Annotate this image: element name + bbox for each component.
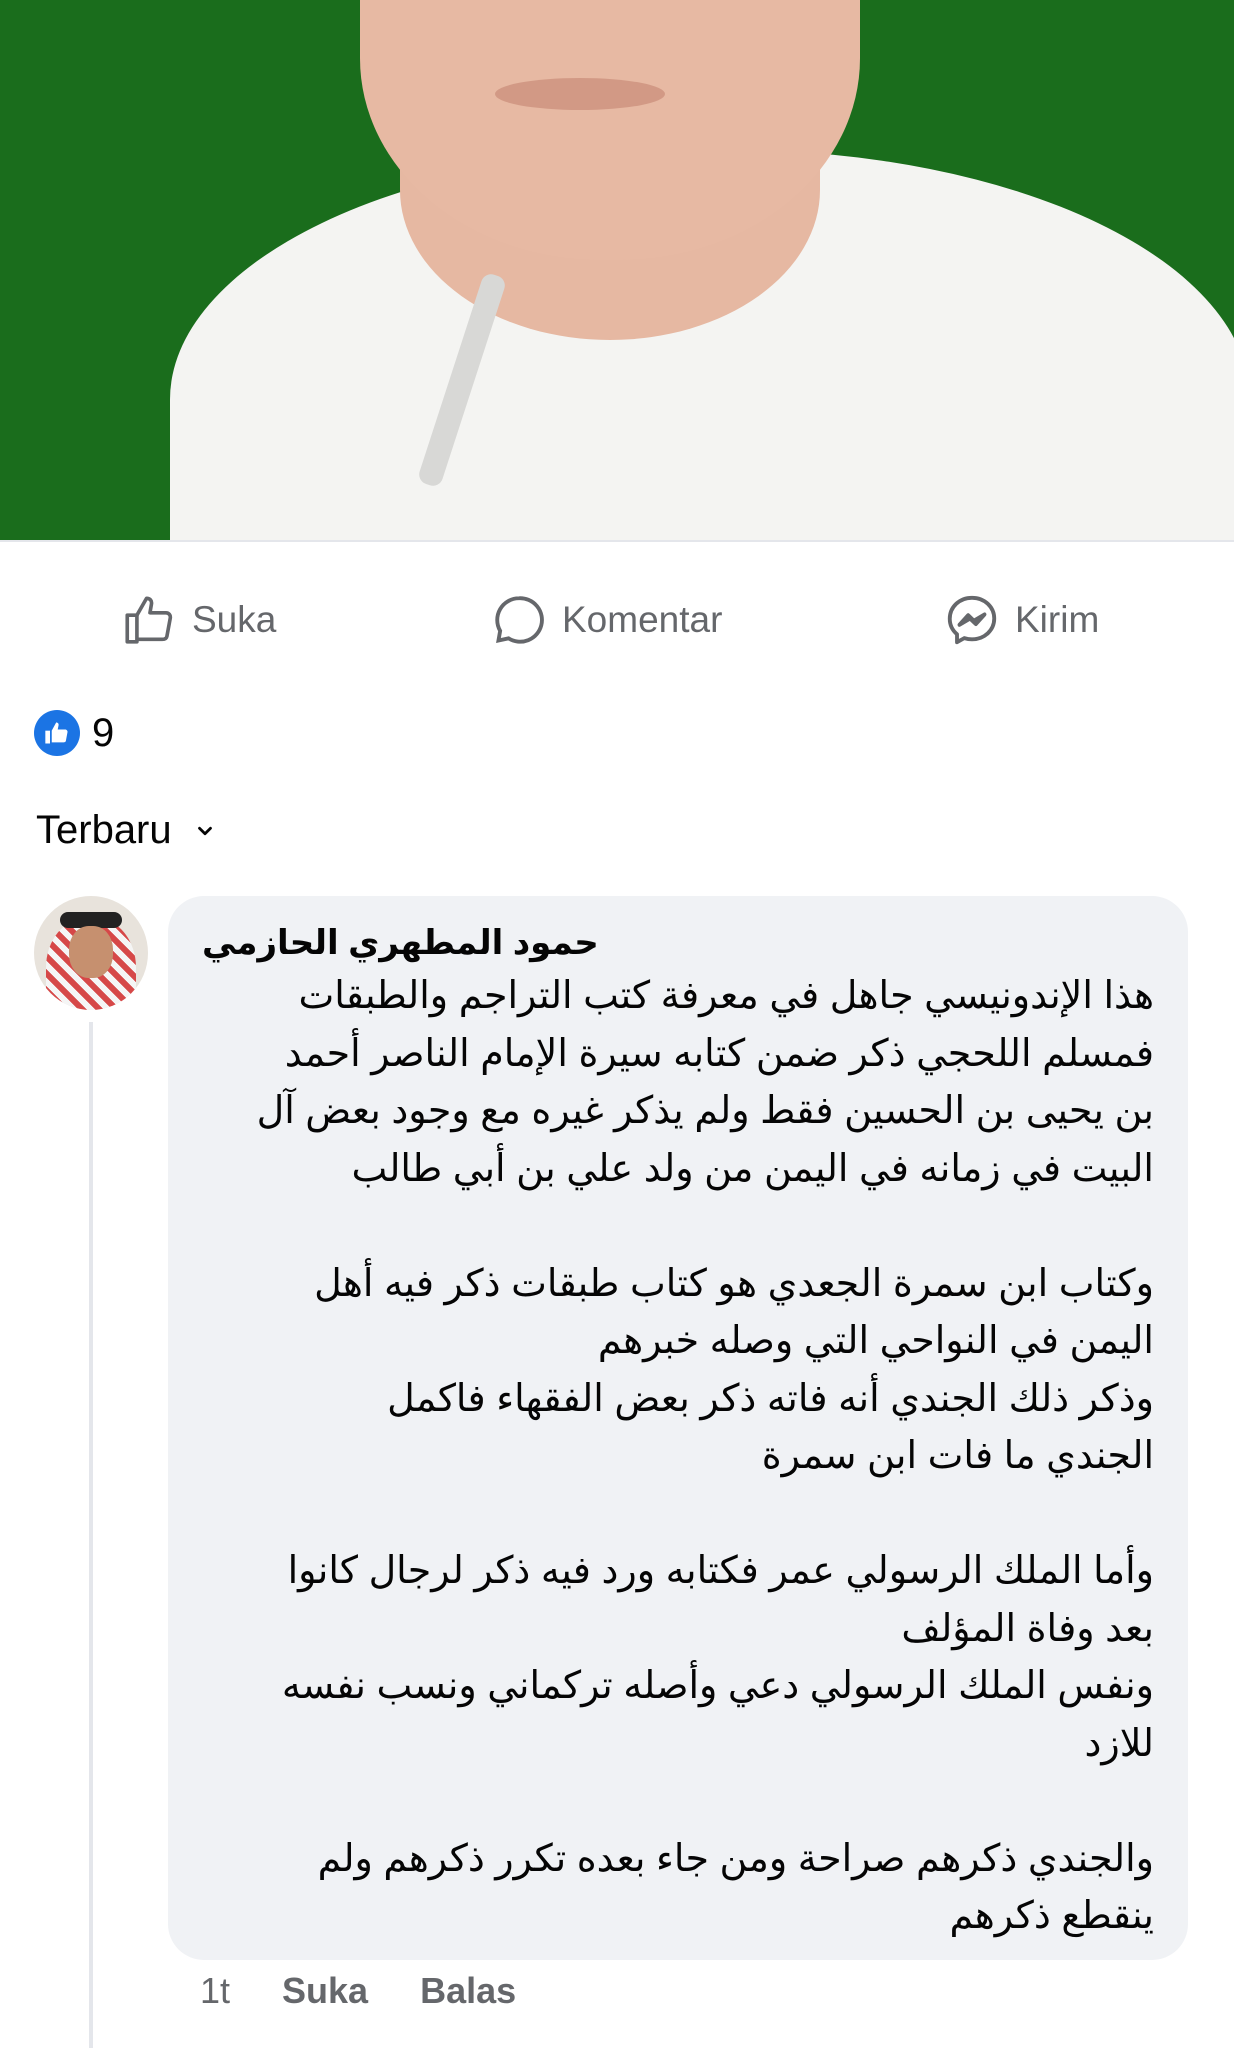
reaction-count: 9 bbox=[92, 710, 115, 755]
comment-bubble[interactable]: حمود المطهري الحازمي هذا الإندونيسي جاهل… bbox=[168, 896, 1188, 1960]
comment-line: هذا الإندونيسي جاهل في معرفة كتب التراجم… bbox=[298, 975, 1154, 1017]
comment-text: هذا الإندونيسي جاهل في معرفة كتب التراجم… bbox=[202, 968, 1154, 1946]
send-button-label: Kirim bbox=[1015, 599, 1100, 640]
send-button[interactable]: Kirim bbox=[943, 580, 1099, 660]
sort-label: Terbaru bbox=[36, 808, 172, 852]
post-action-bar: Suka Komentar Kirim bbox=[0, 580, 1234, 660]
comment-line: وأما الملك الرسولي عمر فكتابه ورد فيه ذك… bbox=[287, 1550, 1154, 1592]
comment-line: بن يحيى بن الحسين فقط ولم يذكر غيره مع و… bbox=[256, 1090, 1154, 1132]
comment-line: ونفس الملك الرسولي دعي وأصله تركماني ونس… bbox=[281, 1665, 1154, 1707]
chevron-down-icon bbox=[197, 826, 212, 835]
comment-reply-button[interactable]: Balas bbox=[420, 1970, 516, 2012]
comment-line: وكتاب ابن سمرة الجعدي هو كتاب طبقات ذكر … bbox=[314, 1262, 1154, 1305]
reaction-summary[interactable]: 9 bbox=[34, 710, 114, 756]
thumbs-up-icon bbox=[125, 596, 173, 644]
comment-line: للازد bbox=[1084, 1722, 1154, 1765]
post-photo[interactable] bbox=[0, 0, 1234, 540]
comment-button[interactable]: Komentar bbox=[490, 580, 722, 660]
comment-line: ينقطع ذكرهم bbox=[949, 1895, 1154, 1937]
photo-divider bbox=[0, 540, 1234, 542]
comment-line: فمسلم اللحجي ذكر ضمن كتابه سيرة الإمام ا… bbox=[284, 1032, 1154, 1075]
avatar-face bbox=[69, 926, 113, 978]
photo-mouth bbox=[495, 78, 665, 110]
thread-line bbox=[89, 1022, 93, 2048]
speech-bubble-icon bbox=[495, 596, 544, 644]
comment-line: البيت في زمانه في اليمن من ولد علي بن أب… bbox=[351, 1147, 1154, 1190]
comment-meta: 1t Suka Balas bbox=[200, 1970, 516, 2012]
comment-like-button[interactable]: Suka bbox=[282, 1970, 368, 2012]
comment-author[interactable]: حمود المطهري الحازمي bbox=[202, 918, 1154, 968]
comment-line: بعد وفاة المؤلف bbox=[901, 1607, 1154, 1650]
comment-line: اليمن في النواحي التي وصله خبرهم bbox=[597, 1320, 1154, 1362]
comment-line: وذكر ذلك الجندي أنه فاته ذكر بعض الفقهاء… bbox=[387, 1377, 1154, 1420]
like-button[interactable]: Suka bbox=[120, 580, 276, 660]
like-reaction-icon bbox=[34, 710, 80, 756]
comment-button-label: Komentar bbox=[562, 599, 723, 640]
avatar[interactable] bbox=[34, 896, 148, 1010]
like-button-label: Suka bbox=[192, 599, 277, 640]
comment-timestamp[interactable]: 1t bbox=[200, 1970, 230, 2012]
comment-sort-dropdown[interactable]: Terbaru bbox=[36, 808, 216, 853]
messenger-icon bbox=[947, 595, 997, 645]
comment-line: والجندي ذكرهم صراحة ومن جاء بعده تكرر ذك… bbox=[317, 1837, 1154, 1880]
comment-line: الجندي ما فات ابن سمرة bbox=[761, 1435, 1154, 1477]
